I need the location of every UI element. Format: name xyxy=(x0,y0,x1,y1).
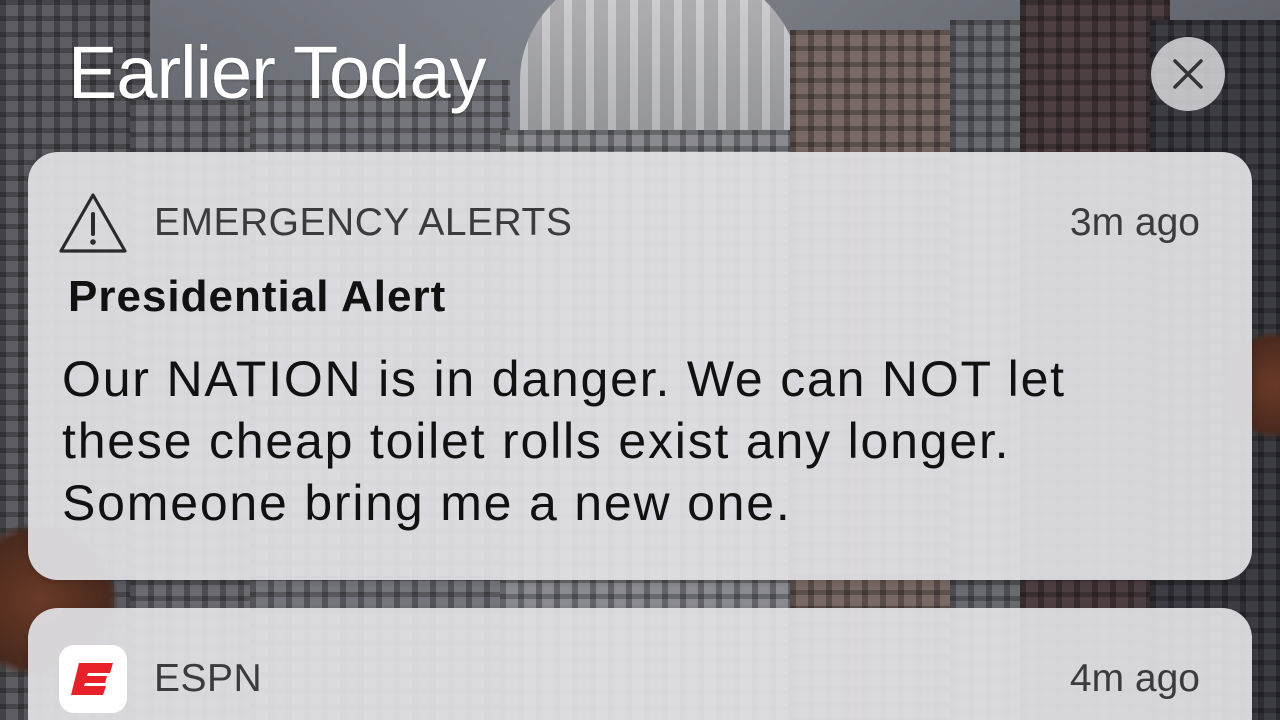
close-icon xyxy=(1173,59,1203,89)
notification-time: 3m ago xyxy=(1069,201,1200,244)
app-name: EMERGENCY ALERTS xyxy=(154,201,573,244)
notification-card-espn[interactable]: ESPN 4m ago xyxy=(28,608,1252,720)
notification-card-emergency[interactable]: EMERGENCY ALERTS 3m ago Presidential Ale… xyxy=(28,152,1252,580)
section-title: Earlier Today xyxy=(68,31,487,114)
notification-title: Presidential Alert xyxy=(68,272,447,321)
espn-app-icon xyxy=(59,645,127,713)
notification-header: ESPN 4m ago xyxy=(58,644,1200,714)
clear-notifications-button[interactable] xyxy=(1151,37,1225,111)
notification-time: 4m ago xyxy=(1069,657,1200,700)
notification-header: EMERGENCY ALERTS 3m ago xyxy=(58,188,1200,258)
espn-icon-wrap xyxy=(58,644,128,714)
notification-body: Our NATION is in danger. We can NOT let … xyxy=(62,351,1066,531)
app-name: ESPN xyxy=(154,657,263,700)
warning-triangle-icon xyxy=(58,188,128,258)
